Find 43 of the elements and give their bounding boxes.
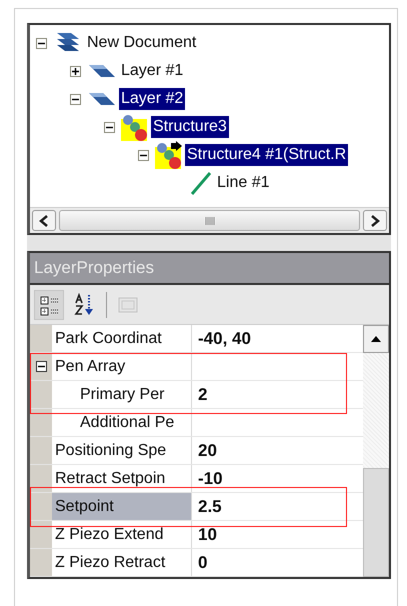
property-name[interactable]: Setpoint [52, 493, 192, 520]
tree-item[interactable]: Layer #1 [119, 60, 186, 82]
categorized-button[interactable] [34, 290, 64, 320]
property-value[interactable]: -40, 40 [192, 325, 363, 352]
collapse-toggle[interactable] [138, 150, 149, 160]
tree-item[interactable]: New Document [85, 32, 198, 54]
property-value[interactable]: 2.5 [192, 493, 363, 520]
collapse-toggle[interactable] [36, 361, 46, 372]
plus-icon [72, 68, 79, 74]
collapse-toggle[interactable] [104, 122, 115, 132]
property-name[interactable]: Retract Setpoin [52, 465, 192, 492]
property-value[interactable]: 10 [192, 521, 363, 548]
tree-item[interactable]: Line #1 [215, 172, 272, 194]
property-value[interactable]: 0 [192, 549, 363, 576]
collapse-toggle[interactable] [36, 38, 47, 48]
tree-item[interactable]: Layer #2 [119, 88, 186, 110]
scroll-right-button[interactable] [363, 210, 387, 231]
molecule-icon [155, 141, 183, 169]
property-value[interactable]: 2 [192, 381, 363, 408]
property-name[interactable]: Positioning Spe [52, 437, 192, 464]
property-name[interactable]: Additional Pe [52, 409, 192, 436]
property-name[interactable]: Pen Array [52, 353, 192, 380]
minus-icon [38, 363, 44, 370]
chevron-left-icon [39, 214, 49, 226]
line-icon [189, 170, 213, 196]
property-value[interactable]: -10 [192, 465, 363, 492]
molecule-icon [121, 113, 149, 141]
expand-toggle[interactable] [70, 66, 81, 76]
scroll-up-button[interactable] [363, 325, 389, 353]
scroll-left-button[interactable] [32, 210, 56, 231]
property-value[interactable]: 20 [192, 437, 363, 464]
property-name[interactable]: Park Coordinat [52, 325, 192, 352]
chevron-right-icon [370, 214, 380, 226]
scrollbar-thumb[interactable] [363, 468, 389, 577]
scrollbar-thumb[interactable] [59, 210, 360, 231]
property-name[interactable]: Primary Per [52, 381, 192, 408]
up-arrow-icon [370, 335, 382, 343]
property-name[interactable]: Z Piezo Extend [52, 521, 192, 548]
tree-item[interactable]: Structure3 [151, 116, 229, 138]
property-name[interactable]: Z Piezo Retract [52, 549, 192, 576]
panel-title: LayerProperties [30, 253, 389, 285]
tree-item[interactable]: Structure4 #1(Struct.R [185, 144, 348, 166]
collapse-toggle[interactable] [70, 94, 81, 104]
